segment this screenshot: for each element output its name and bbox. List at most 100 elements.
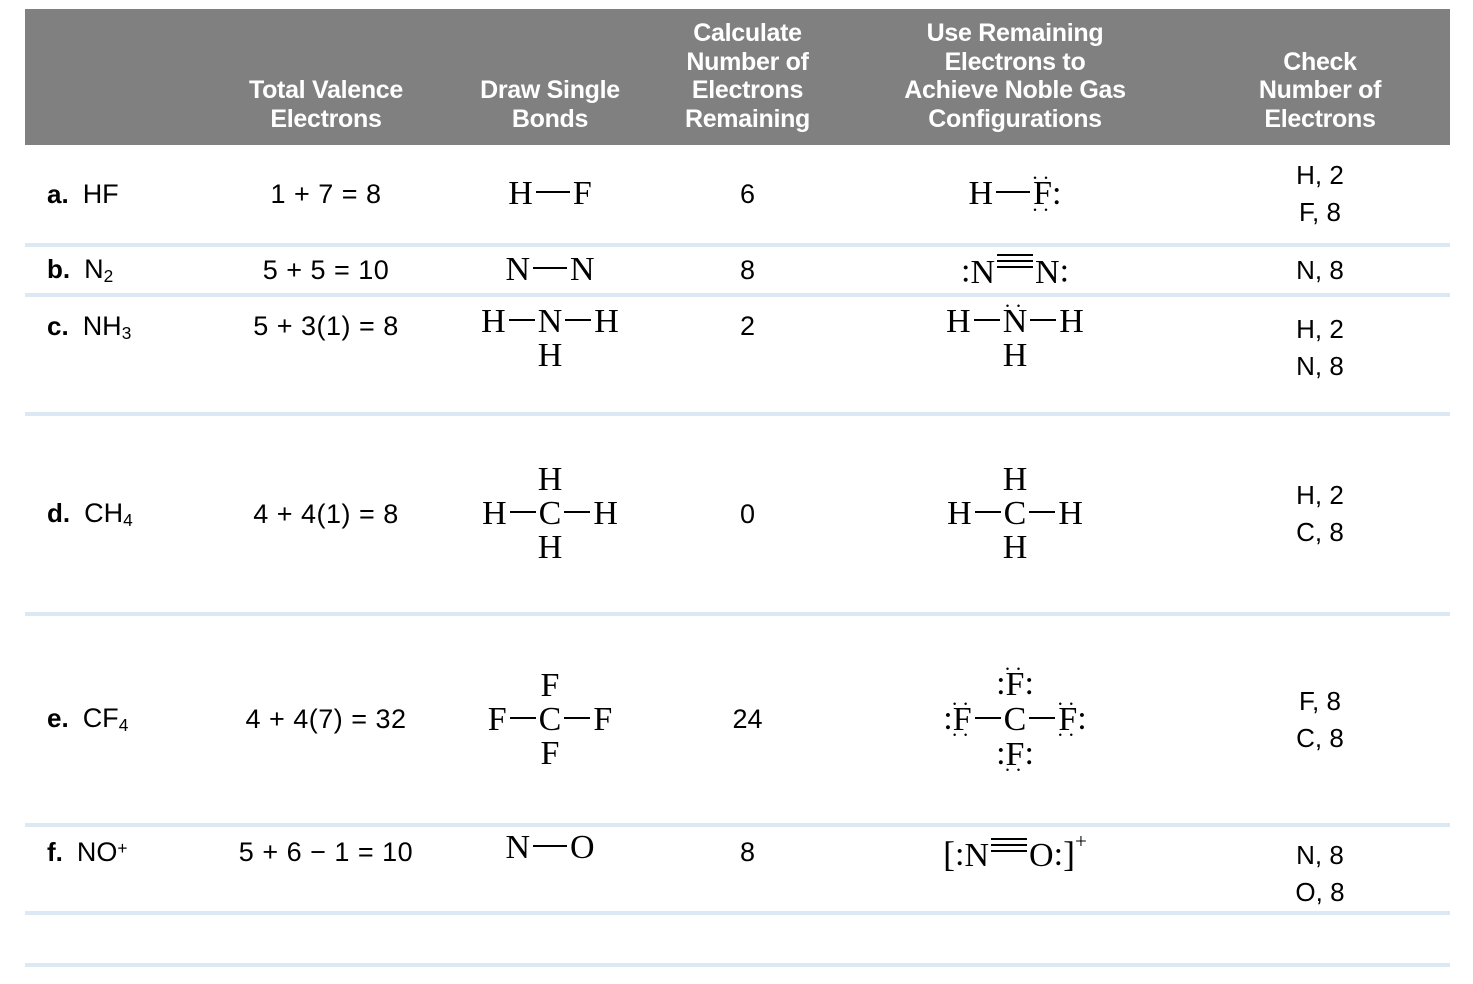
structure-row: H [482,531,618,565]
lone-pair-dots-icon: ·· [1003,758,1027,783]
atom-h: H [593,495,618,532]
lone-pair-dots-icon: ·· [1003,294,1027,319]
check-line: C, 8 [1296,517,1344,547]
header-line: Remaining [684,104,811,133]
atom-h: H [1002,529,1028,566]
header-line: Draw Single [480,76,620,104]
bond-icon [564,716,591,719]
header-line: Check [1283,47,1357,76]
triple-bond-icon [997,250,1033,272]
atom-f: F [487,700,507,738]
valence-a: 1 + 7 = 8 [270,178,382,209]
lone-pair-dots-icon: ·· [1031,166,1054,191]
atom-n: ·· N [1003,296,1028,339]
structure-row: H [947,463,1083,497]
single-bond-d: H HCH H [445,414,655,614]
row-label-d: d. CH4 [25,414,207,614]
atom-f: ·· F [1004,659,1024,702]
atom-c: C [538,700,562,738]
check-b: N, 8 [1190,245,1450,295]
check-e: F, 8 C, 8 [1190,614,1450,825]
bond-icon [509,716,536,719]
atom-n: N [570,251,595,288]
single-bond-c: HNH H [445,295,655,414]
header-line: Use Remaining [926,19,1104,47]
atom-n: N [1035,253,1060,291]
atom-h: H [1059,303,1084,340]
header-line: Electrons [691,76,804,104]
item-letter: d. [47,497,71,528]
valence-c: 5 + 3(1) = 8 [253,311,399,341]
lewis-structure-table: Total Valence Electrons Draw Single Bond… [0,0,1473,984]
header-line: Electrons to [944,47,1086,76]
structure-ch4-lewis: H HCH H [947,463,1083,565]
check-line: F, 8 [1299,197,1341,227]
bracket-open: [ [943,833,956,874]
header-electrons-remaining: Calculate Number of Electrons Remaining [655,9,840,145]
table-row: b. N2 5 + 5 = 10 NN 8 :N N: N, 8 [25,245,1450,295]
atom-h: H [1058,495,1083,532]
atom-h: H [1002,461,1028,498]
header-line: Total Valence [248,76,404,104]
bond-icon [974,511,1001,514]
remaining-e: 24 [732,704,763,734]
lone-pair-dots-icon: ·· [1031,197,1054,222]
atom-h: H [594,303,619,340]
single-bond-e: F FCF F [445,614,655,825]
bond-icon [1029,511,1056,514]
lewis-d: H HCH H [840,414,1190,614]
item-formula: NH3 [83,311,132,343]
triple-bond-icon [991,834,1028,856]
atom-h: H [946,303,971,340]
atom-n: N [505,251,530,288]
atom-f: F ·· [1004,737,1024,781]
atom-h: H [537,461,563,498]
row-label-a: a. HF [25,145,207,245]
atom-f: ·· F ·· [1032,168,1052,221]
header-blank [25,9,207,145]
check-line: N, 8 [1296,840,1344,870]
structure-row: HCH [947,497,1083,531]
atom-c: C [1003,495,1027,532]
lone-pair-dots-icon: : [1059,252,1070,290]
structure-row: : ·· F ·· C ·· F ·· : [943,693,1086,746]
header-line: Electrons [270,104,382,133]
header-line: Achieve Noble Gas [904,76,1126,104]
check-f: N, 8 O, 8 [1190,825,1450,913]
lewis-c: H ·· N H H [840,295,1190,414]
header-line: Number of [686,47,809,76]
atom-h: H [481,303,506,340]
header-row: Total Valence Electrons Draw Single Bond… [25,9,1450,145]
item-formula: NO+ [77,837,128,867]
item-letter: a. [47,178,69,209]
bond-icon [1029,716,1056,719]
structure-cf4-single: F FCF F [487,668,613,771]
remaining-b: 8 [739,254,756,285]
bond-icon [508,319,535,322]
bond-icon [996,191,1031,194]
structure-no-single: NO [505,831,594,865]
atom-h: H [537,529,563,566]
atom-o: O [570,829,595,866]
lone-pair-dots-icon: ·· [1056,723,1079,748]
check-line: O, 8 [1295,876,1345,907]
remaining-d: 0 [739,498,756,529]
structure-ch4-single: H HCH H [482,463,618,565]
valence-f: 5 + 6 − 1 = 10 [238,837,414,867]
atom-c: C [538,495,562,532]
lone-pair-dots-icon: : [955,836,965,874]
atom-h: H [537,337,563,374]
table-row: c. NH3 5 + 3(1) = 8 HNH H 2 H ·· N H H H… [25,295,1450,414]
header-check-number-of-electrons: Check Number of Electrons [1190,9,1450,145]
check-line: C, 8 [1296,722,1344,753]
lone-pair-dots-icon: : [960,252,971,290]
row-label-e: e. CF4 [25,614,207,825]
remaining-a: 6 [739,178,756,209]
single-bond-a: HF [445,145,655,245]
formula-main: HF [82,178,119,209]
check-line: N, 8 [1296,350,1344,381]
item-formula: CF4 [83,703,129,735]
item-letter: b. [47,253,71,284]
header-line: Bonds [511,104,589,133]
table-bottom-rule [25,963,1450,967]
